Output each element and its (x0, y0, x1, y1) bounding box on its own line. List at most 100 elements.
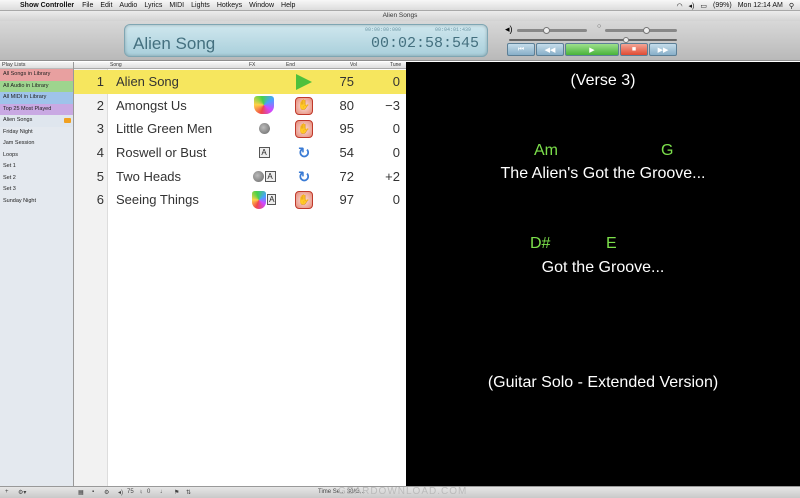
playlist-label: Alien Songs (3, 117, 33, 123)
playlist-item[interactable]: Top 25 Most Played (0, 103, 73, 115)
song-number: 2 (96, 97, 104, 113)
gear-icon-2[interactable]: ⚙ (104, 489, 109, 496)
menu-midi[interactable]: MIDI (169, 2, 184, 9)
playlist-item[interactable]: Loops (0, 149, 73, 161)
playlist-label: All MIDI in Library (3, 94, 47, 100)
elapsed-time: 00:02:58:545 (370, 35, 479, 52)
lock-icon[interactable]: ▪ (92, 489, 94, 495)
playlist-item[interactable]: All MIDI in Library (0, 92, 73, 104)
song-list: Song FX End Vol Tune 1 Alien Song 75 0 2 Amon… (74, 62, 406, 486)
play-button[interactable]: ▶ (565, 43, 619, 56)
song-volume: 97 (339, 192, 354, 208)
playlist-label: Loops (3, 151, 18, 158)
midi-icon (258, 123, 270, 135)
battery-icon[interactable]: ▭ (700, 2, 707, 10)
display-total-time: 00:04:01:439 (435, 27, 472, 33)
flag-icon[interactable]: ⚑ (174, 489, 179, 496)
status-volume-icon: ◂) (118, 490, 124, 496)
volume-icon: ◂) (505, 24, 513, 34)
playlist-item[interactable]: Set 1 (0, 161, 73, 173)
playlist-label: Set 3 (3, 186, 16, 192)
song-volume: 80 (339, 97, 354, 113)
playlist-item[interactable]: Jam Session (0, 138, 73, 150)
end-cell[interactable]: ↻ (294, 144, 314, 162)
song-tune: 0 (392, 74, 400, 89)
end-stop-icon: ✋ (295, 96, 313, 115)
pan-icon: ○ (597, 23, 602, 30)
column-fx[interactable]: FX (249, 62, 255, 68)
menu-window[interactable]: Window (249, 2, 274, 9)
playlist-label: Set 1 (3, 163, 16, 169)
song-row[interactable]: 6 Seeing Things A ✋ 97 0 (74, 188, 406, 212)
menu-lights[interactable]: Lights (191, 2, 210, 9)
wifi-icon[interactable]: ◠ (676, 2, 682, 10)
menu-file[interactable]: File (82, 2, 93, 9)
pan-knob[interactable] (643, 27, 650, 34)
lyrics-verse-label: (Verse 3) (570, 72, 636, 89)
fx-cell[interactable] (252, 73, 276, 90)
end-cell[interactable]: ✋ (294, 96, 314, 115)
end-cell[interactable]: ↻ (294, 168, 314, 186)
grid-view-icon[interactable]: ▦ (78, 489, 84, 496)
fx-cell[interactable] (252, 120, 276, 137)
song-tune: −3 (385, 97, 400, 113)
sort-icon[interactable]: ⇅ (186, 489, 191, 496)
menu-lyrics[interactable]: Lyrics (144, 2, 162, 9)
volume-slider[interactable] (517, 29, 587, 32)
end-cell[interactable]: ✋ (294, 120, 314, 139)
spotlight-icon[interactable]: ⚲ (789, 2, 794, 10)
end-cell[interactable] (294, 73, 314, 91)
clock[interactable]: Mon 12:14 AM (738, 2, 783, 9)
column-tune[interactable]: Tune (390, 62, 401, 68)
song-number: 4 (96, 145, 104, 161)
column-song[interactable]: Song (110, 62, 122, 68)
volume-icon[interactable]: ◂) (689, 2, 695, 10)
menu-edit[interactable]: Edit (100, 2, 112, 9)
app-menu[interactable]: Show Controller (20, 2, 74, 9)
column-headers: Song FX End Vol Tune (74, 62, 406, 69)
playlist-item[interactable]: Set 2 (0, 172, 73, 184)
playlist-item[interactable]: Sunday Night (0, 195, 73, 207)
song-row[interactable]: 4 Roswell or Bust A ↻ 54 0 (74, 141, 406, 165)
fast-forward-button[interactable]: ▶▶ (649, 43, 677, 56)
menu-hotkeys[interactable]: Hotkeys (217, 2, 242, 9)
fx-cell[interactable]: A (252, 144, 276, 161)
song-row[interactable]: 5 Two Heads A ↻ 72 +2 (74, 165, 406, 189)
playlist-label: Sunday Night (3, 197, 37, 204)
song-row[interactable]: 3 Little Green Men ✋ 95 0 (74, 117, 406, 141)
column-vol[interactable]: Vol (350, 62, 357, 68)
song-row[interactable]: 2 Amongst Us ✋ 80 −3 (74, 94, 406, 118)
song-title: Seeing Things (116, 192, 199, 208)
metronome-icon[interactable]: ♩ (160, 489, 166, 495)
playlist-item[interactable]: Friday Night (0, 126, 73, 138)
song-tune: 0 (392, 145, 400, 161)
column-end[interactable]: End (286, 62, 295, 68)
playlist-item[interactable]: Alien Songs (0, 115, 73, 127)
playlist-label: All Audio in Library (3, 82, 49, 89)
volume-knob[interactable] (543, 27, 550, 34)
playlist-item[interactable]: All Audio in Library (0, 80, 73, 92)
song-row[interactable]: 1 Alien Song 75 0 (74, 70, 406, 94)
skip-back-button[interactable]: ⏮ (507, 43, 535, 56)
stop-button[interactable]: ■ (620, 43, 648, 56)
playlist-label: Set 2 (3, 174, 16, 181)
song-volume: 72 (339, 168, 354, 184)
add-playlist-button[interactable]: + (5, 489, 9, 495)
menu-help[interactable]: Help (281, 2, 295, 9)
song-volume: 75 (339, 74, 354, 89)
pan-slider[interactable] (605, 29, 677, 32)
song-tune: 0 (392, 192, 400, 208)
fx-cell[interactable]: A (252, 190, 276, 209)
song-number: 3 (96, 121, 104, 137)
playlist-item[interactable]: Set 3 (0, 184, 73, 196)
fx-cell[interactable] (252, 96, 276, 115)
progress-slider[interactable] (509, 39, 677, 41)
fx-cell[interactable]: A (252, 168, 276, 185)
gear-icon[interactable]: ⚙▾ (18, 489, 26, 496)
menu-extras: ◠ ◂) ▭ (99%) Mon 12:14 AM ⚲ (676, 0, 794, 11)
end-cell[interactable]: ✋ (294, 191, 314, 210)
playlist-item[interactable]: All Songs in Library (0, 69, 73, 81)
rewind-button[interactable]: ◀◀ (536, 43, 564, 56)
menu-audio[interactable]: Audio (119, 2, 137, 9)
current-song-title: Alien Song (133, 34, 216, 53)
